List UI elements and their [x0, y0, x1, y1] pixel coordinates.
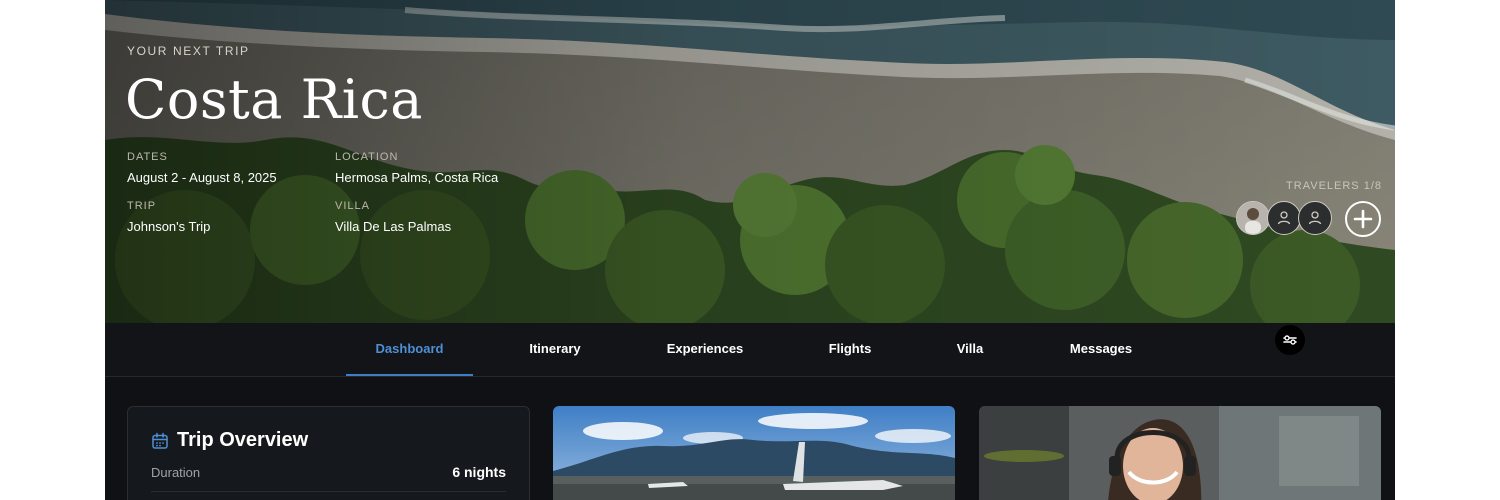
- duration-label: Duration: [151, 465, 201, 480]
- tab-flights[interactable]: Flights: [810, 323, 890, 376]
- overview-divider: [151, 491, 506, 492]
- tab-messages[interactable]: Messages: [1055, 323, 1147, 376]
- dates-label: DATES: [127, 151, 168, 163]
- plus-icon: [1353, 209, 1373, 229]
- floating-action-button[interactable]: [1275, 325, 1305, 355]
- trip-field: TRIP Johnson's Trip: [127, 200, 210, 234]
- location-field: LOCATION Hermosa Palms, Costa Rica: [335, 151, 498, 185]
- duration-value: 6 nights: [452, 464, 506, 480]
- trip-destination-title: Costa Rica: [125, 68, 423, 131]
- flights-media-card[interactable]: [553, 406, 955, 500]
- location-label: LOCATION: [335, 151, 399, 163]
- trip-kicker: YOUR NEXT TRIP: [127, 44, 250, 58]
- trip-label: TRIP: [127, 200, 157, 212]
- support-agent-image: [979, 406, 1381, 500]
- tab-villa[interactable]: Villa: [935, 323, 1005, 376]
- traveler-avatar-empty[interactable]: [1267, 201, 1301, 235]
- villa-label: VILLA: [335, 200, 370, 212]
- tab-dashboard[interactable]: Dashboard: [346, 323, 473, 376]
- person-photo-icon: [1237, 202, 1269, 234]
- traveler-avatar-photo[interactable]: [1236, 201, 1270, 235]
- user-icon: [1277, 211, 1291, 225]
- traveler-avatar-empty[interactable]: [1298, 201, 1332, 235]
- settings-sliders-icon: [1283, 335, 1297, 345]
- airport-mountains-image: [553, 406, 955, 500]
- villa-value: Villa De Las Palmas: [335, 219, 452, 234]
- villa-field: VILLA Villa De Las Palmas: [335, 200, 451, 234]
- dates-field: DATES August 2 - August 8, 2025: [127, 151, 277, 185]
- trip-tab-bar: Dashboard Itinerary Experiences Flights …: [105, 323, 1395, 377]
- dates-value: August 2 - August 8, 2025: [127, 170, 277, 185]
- tab-experiences[interactable]: Experiences: [650, 323, 760, 376]
- hero-background-image: [105, 0, 1395, 323]
- trip-hero: YOUR NEXT TRIP Costa Rica DATES August 2…: [105, 0, 1395, 323]
- app-window: YOUR NEXT TRIP Costa Rica DATES August 2…: [105, 0, 1395, 500]
- travelers-count: TRAVELERS 1/8: [1286, 180, 1382, 192]
- location-value: Hermosa Palms, Costa Rica: [335, 170, 499, 185]
- trip-value: Johnson's Trip: [127, 219, 211, 234]
- messages-media-card[interactable]: [979, 406, 1381, 500]
- tab-itinerary[interactable]: Itinerary: [510, 323, 600, 376]
- trip-overview-card: Trip Overview Duration 6 nights: [127, 406, 530, 500]
- user-icon: [1308, 211, 1322, 225]
- calendar-icon: [152, 432, 168, 449]
- add-traveler-button[interactable]: [1345, 201, 1381, 237]
- trip-overview-header: Trip Overview: [151, 429, 308, 452]
- trip-overview-title: Trip Overview: [177, 429, 309, 451]
